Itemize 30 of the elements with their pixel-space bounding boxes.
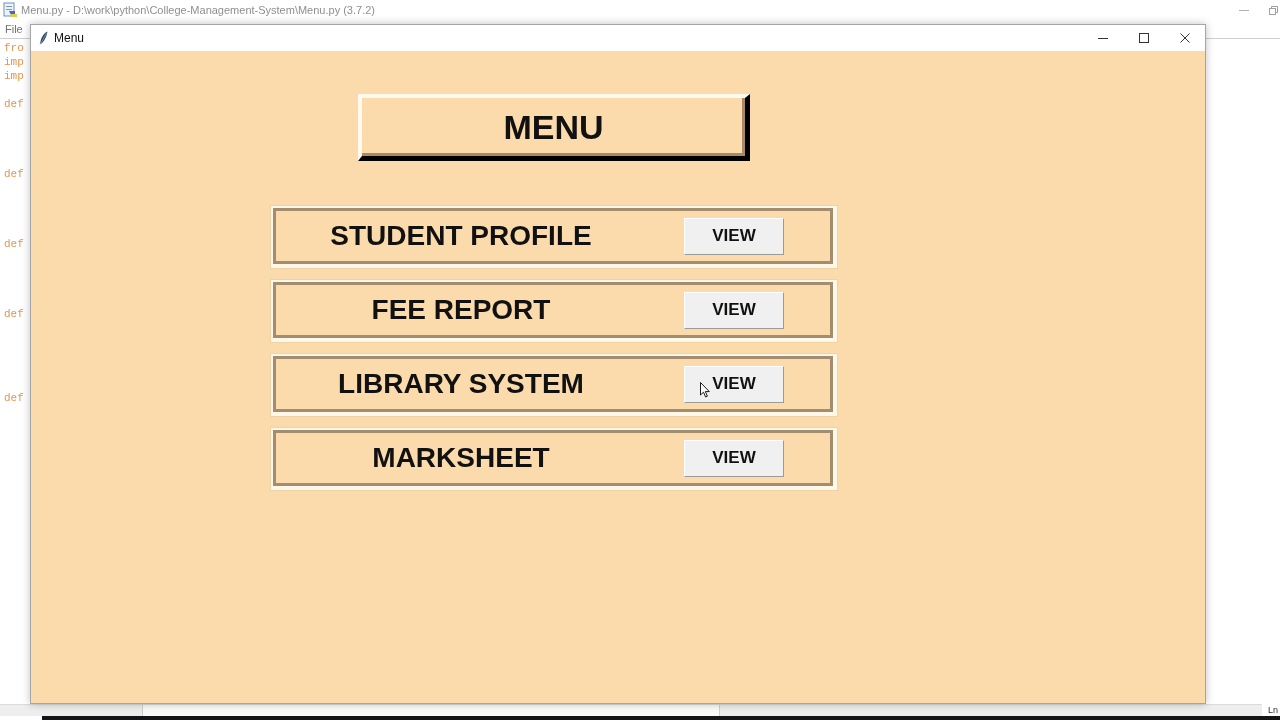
feather-icon: [39, 31, 48, 45]
status-text: Ln: [1267, 704, 1279, 716]
menu-item[interactable]: File: [1, 22, 27, 36]
option-label: MARKSHEET: [371, 441, 551, 475]
code-line: def: [4, 168, 24, 180]
menu-heading: MENU: [358, 94, 750, 161]
minimize-icon: [1239, 9, 1249, 11]
horizontal-scrollbar[interactable]: [0, 704, 1262, 716]
option-label: STUDENT PROFILE: [329, 219, 593, 253]
code-line: def: [4, 98, 24, 110]
code-line: imp: [4, 56, 24, 68]
editor-title: Menu.py - D:\work\python\College-Management-System\Menu.py (3.7.2): [21, 2, 375, 18]
code-line: imp: [4, 70, 24, 82]
option-label: LIBRARY SYSTEM: [337, 367, 585, 401]
code-line: fro: [4, 42, 24, 54]
code-line: def: [4, 238, 24, 250]
option-label: FEE REPORT: [370, 293, 552, 327]
view-button[interactable]: VIEW: [684, 217, 784, 255]
close-icon: [1179, 33, 1190, 43]
maximize-icon: [1138, 33, 1149, 43]
view-button[interactable]: VIEW: [684, 439, 784, 477]
window-title: Menu: [54, 30, 85, 47]
view-button[interactable]: VIEW: [684, 291, 784, 329]
code-line: def: [4, 392, 24, 404]
scrollbar-thumb[interactable]: [142, 705, 720, 716]
code-line: def: [4, 308, 24, 320]
app-icon: [2, 2, 18, 18]
minimize-icon: [1097, 37, 1108, 39]
view-button[interactable]: VIEW: [684, 365, 784, 403]
restore-icon: [1268, 5, 1278, 15]
